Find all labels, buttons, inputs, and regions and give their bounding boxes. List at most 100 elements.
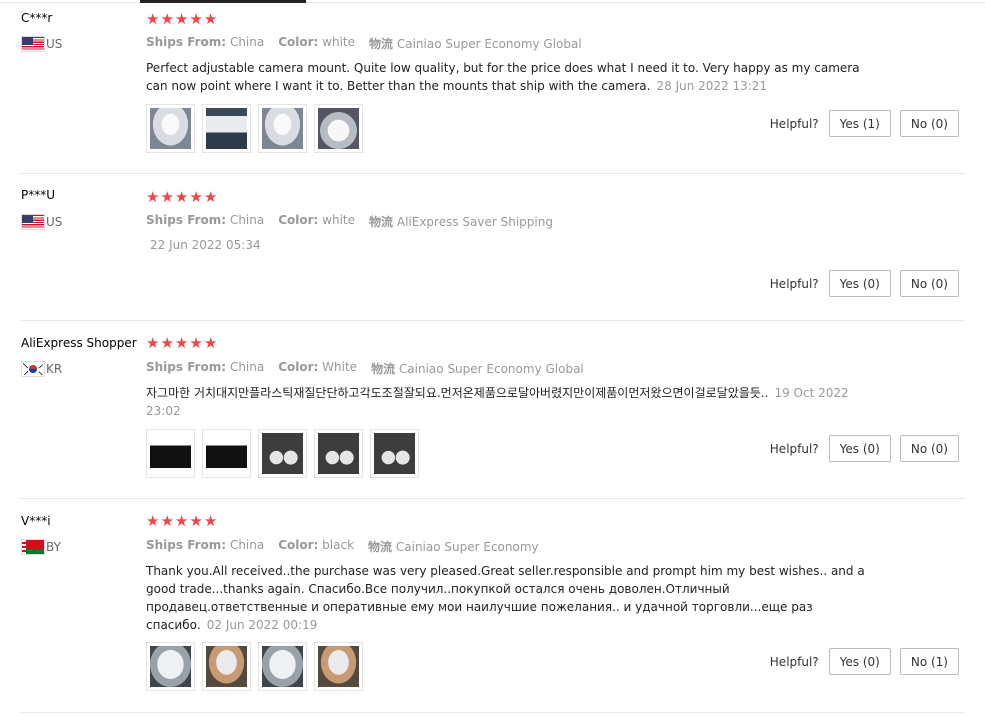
country-code: US <box>46 215 63 229</box>
star-icon: ★ <box>160 512 174 530</box>
ships-from-value: China <box>229 213 265 227</box>
review-meta: Ships From: China Color: white 物流 Cainia… <box>146 35 582 52</box>
reviewer-country: US <box>21 36 62 52</box>
star-icon: ★ <box>146 334 160 352</box>
color-label: Color: <box>278 35 319 49</box>
review-item: AliExpress Shopper KR ★ ★ ★ ★ ★ Ships From: … <box>0 321 965 499</box>
reviewer-name: V***i <box>21 514 51 528</box>
review-photo[interactable] <box>258 429 307 478</box>
reviewer-name: C***r <box>21 11 53 25</box>
color-label: Color: <box>278 538 319 552</box>
review-photos <box>146 104 363 153</box>
country-code: BY <box>46 540 61 554</box>
review-photo[interactable] <box>146 642 195 691</box>
dark-mount-photo <box>374 433 415 474</box>
star-icon: ★ <box>160 10 174 28</box>
mount-photo <box>262 108 303 149</box>
review-text: Perfect adjustable camera mount. Quite l… <box>146 59 866 95</box>
hand-photo <box>318 646 359 687</box>
helpful-no-button[interactable]: No (1) <box>899 648 959 675</box>
star-icon: ★ <box>146 10 160 28</box>
by-flag-icon <box>21 539 45 555</box>
star-icon: ★ <box>174 512 189 530</box>
review-photo[interactable] <box>258 642 307 691</box>
color-value: White <box>322 360 358 374</box>
ships-from-value: China <box>229 35 265 49</box>
shipping-value: Cainiao Super Economy <box>395 540 539 554</box>
star-rating: ★ ★ ★ ★ ★ <box>146 190 217 205</box>
star-icon: ★ <box>203 188 218 206</box>
helpful-no-button[interactable]: No (0) <box>899 270 959 297</box>
review-divider <box>20 712 965 713</box>
box-photo <box>206 433 247 474</box>
star-rating: ★ ★ ★ ★ ★ <box>146 514 217 529</box>
review-photo[interactable] <box>370 429 419 478</box>
color-value: white <box>322 35 356 49</box>
helpful-votes: Helpful? Yes (0) No (0) <box>770 435 959 462</box>
review-photo[interactable] <box>314 429 363 478</box>
star-icon: ★ <box>203 334 218 352</box>
review-photo[interactable] <box>314 104 363 153</box>
us-flag-icon <box>21 36 45 52</box>
star-rating: ★ ★ ★ ★ ★ <box>146 336 217 351</box>
review-photo[interactable] <box>314 642 363 691</box>
review-meta: Ships From: China Color: white 物流 AliExp… <box>146 213 553 230</box>
star-icon: ★ <box>203 10 218 28</box>
star-icon: ★ <box>174 188 189 206</box>
review-photo[interactable] <box>202 104 251 153</box>
helpful-yes-button[interactable]: Yes (0) <box>828 270 891 297</box>
hand-photo <box>206 646 247 687</box>
star-icon: ★ <box>203 512 218 530</box>
star-icon: ★ <box>146 188 160 206</box>
star-icon: ★ <box>189 188 203 206</box>
review-meta: Ships From: China Color: White 物流 Cainia… <box>146 360 584 377</box>
helpful-yes-button[interactable]: Yes (0) <box>828 648 891 675</box>
helpful-no-button[interactable]: No (0) <box>899 110 959 137</box>
helpful-votes: Helpful? Yes (0) No (0) <box>770 270 959 297</box>
ships-from-value: China <box>229 360 265 374</box>
reviewer-country: US <box>21 214 62 230</box>
helpful-no-button[interactable]: No (0) <box>899 435 959 462</box>
review-date: 02 Jun 2022 00:19 <box>206 618 318 632</box>
shipping-label: 物流 <box>369 215 394 229</box>
country-code: KR <box>46 362 63 376</box>
star-icon: ★ <box>189 334 203 352</box>
color-value: white <box>322 213 356 227</box>
review-photo[interactable] <box>202 429 251 478</box>
ships-from-label: Ships From: <box>146 35 227 49</box>
bag-photo <box>150 646 191 687</box>
dark-mount-photo <box>262 433 303 474</box>
reviewer-country: BY <box>21 539 61 555</box>
white-mount-photo <box>318 108 359 149</box>
color-label: Color: <box>278 213 319 227</box>
star-icon: ★ <box>174 10 189 28</box>
helpful-label: Helpful? <box>769 441 819 456</box>
box-photo <box>150 433 191 474</box>
active-tab-indicator <box>140 0 306 3</box>
review-photo[interactable] <box>146 429 195 478</box>
color-label: Color: <box>278 360 319 374</box>
bag-photo <box>262 646 303 687</box>
review-date: 22 Jun 2022 05:34 <box>150 238 261 252</box>
helpful-yes-button[interactable]: Yes (1) <box>828 110 891 137</box>
helpful-label: Helpful? <box>769 116 819 131</box>
shipping-value: Cainiao Super Economy Global <box>398 362 584 376</box>
helpful-yes-button[interactable]: Yes (0) <box>828 435 891 462</box>
review-photo[interactable] <box>202 642 251 691</box>
mount-photo <box>150 108 191 149</box>
review-photo[interactable] <box>258 104 307 153</box>
helpful-label: Helpful? <box>769 654 819 669</box>
review-item: C***r US ★ ★ ★ ★ ★ Ships From: China Color: … <box>0 4 965 174</box>
kr-flag-icon <box>21 361 45 377</box>
reviewer-country: KR <box>21 361 62 377</box>
star-rating: ★ ★ ★ ★ ★ <box>146 12 217 27</box>
review-text: 자그마한 거치대지만플라스틱재질단단하고각도조절잘되요.먼저온제품으로달아버렸지… <box>146 384 866 420</box>
shipping-label: 物流 <box>368 540 393 554</box>
review-body: 자그마한 거치대지만플라스틱재질단단하고각도조절잘되요.먼저온제품으로달아버렸지… <box>146 386 769 400</box>
color-value: black <box>322 538 355 552</box>
review-photo[interactable] <box>146 104 195 153</box>
reviewer-name: P***U <box>21 188 56 202</box>
ships-from-label: Ships From: <box>146 538 227 552</box>
helpful-votes: Helpful? Yes (1) No (0) <box>770 110 959 137</box>
review-meta: Ships From: China Color: black 物流 Cainia… <box>146 538 539 555</box>
